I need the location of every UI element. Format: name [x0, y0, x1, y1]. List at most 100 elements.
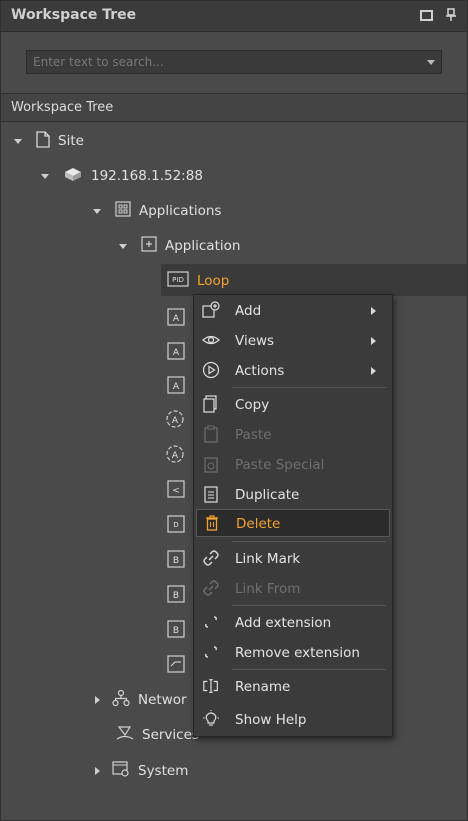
station-icon: [63, 165, 83, 187]
block-a-icon[interactable]: A: [167, 341, 187, 361]
maximize-icon[interactable]: [419, 8, 433, 22]
search-box[interactable]: [26, 50, 442, 74]
tree-node-label: Services: [142, 727, 199, 743]
menu-item-label: Link From: [235, 581, 301, 597]
svg-text:A: A: [173, 348, 180, 358]
expand-caret-icon[interactable]: [41, 173, 49, 179]
tree-node-station[interactable]: 192.168.1.52:88: [41, 165, 203, 187]
menu-item-show-help[interactable]: Show Help: [194, 706, 392, 734]
svg-text:B: B: [173, 591, 179, 601]
block-a-icon[interactable]: A: [167, 307, 187, 327]
menu-item-label: Duplicate: [235, 487, 300, 503]
application-icon: [141, 236, 157, 256]
rename-icon: [203, 679, 218, 693]
block-b-icon[interactable]: B: [167, 619, 187, 639]
menu-item-views[interactable]: Views: [194, 327, 392, 355]
tree-node-applications[interactable]: Applications: [93, 200, 221, 222]
trash-icon: [206, 515, 218, 531]
svg-text:A: A: [172, 416, 179, 426]
workspace-tree-panel: Workspace Tree Workspace Tree Site 192.1…: [0, 0, 468, 821]
tree-node-label: Networ: [138, 692, 187, 708]
block-compare-icon[interactable]: <: [167, 479, 187, 499]
block-circle-a-icon[interactable]: A: [165, 444, 185, 464]
add-icon: [202, 301, 220, 318]
tree-node-networks[interactable]: Networ: [95, 689, 187, 711]
menu-item-label: Rename: [235, 679, 291, 695]
menu-item-label: Delete: [236, 516, 281, 532]
extension-remove-icon: [205, 646, 217, 658]
menu-item-paste: Paste: [194, 421, 392, 449]
block-b-icon[interactable]: B: [167, 549, 187, 569]
tree-node-services[interactable]: Services: [116, 724, 199, 746]
tree-node-site[interactable]: Site: [14, 130, 84, 152]
svg-text:<: <: [172, 486, 180, 496]
submenu-arrow-icon: [371, 367, 376, 375]
tree-node-loop[interactable]: PID Loop: [167, 270, 229, 292]
svg-text:B: B: [173, 556, 179, 566]
expand-caret-icon[interactable]: [119, 243, 127, 249]
lightbulb-icon: [203, 710, 219, 726]
menu-item-label: Copy: [235, 397, 270, 413]
svg-text:A: A: [173, 382, 180, 392]
menu-item-label: Views: [235, 333, 275, 349]
menu-item-label: Paste Special: [235, 457, 325, 473]
services-icon: [116, 724, 134, 746]
block-circle-a-icon[interactable]: A: [165, 409, 185, 429]
search-dropdown-arrow-icon[interactable]: [427, 60, 435, 65]
context-menu: Add Views Actions Copy Paste Paste Speci…: [193, 294, 393, 737]
tree-node-application[interactable]: Application: [119, 235, 240, 257]
eye-icon: [202, 335, 220, 345]
svg-text:D: D: [173, 521, 178, 529]
panel-titlebar: Workspace Tree: [1, 1, 467, 32]
play-circle-icon: [202, 361, 220, 379]
menu-item-label: Actions: [235, 363, 285, 379]
block-delay-icon[interactable]: D: [167, 514, 187, 534]
menu-item-actions[interactable]: Actions: [194, 357, 392, 385]
tree-section-header: Workspace Tree: [1, 93, 467, 122]
menu-item-rename[interactable]: Rename: [194, 673, 392, 701]
block-ramp-icon[interactable]: [167, 654, 187, 674]
panel-title: Workspace Tree: [11, 7, 137, 23]
pid-icon: PID: [167, 271, 189, 291]
search-input[interactable]: [27, 51, 423, 73]
tree-node-label: Application: [165, 238, 241, 254]
paste-icon: [204, 425, 218, 443]
pin-icon[interactable]: [445, 8, 459, 22]
expand-caret-icon[interactable]: [93, 208, 101, 214]
menu-item-paste-special: Paste Special: [194, 451, 392, 479]
copy-icon: [203, 395, 217, 413]
menu-item-link-from: Link From: [194, 575, 392, 603]
duplicate-icon: [204, 486, 218, 503]
menu-item-label: Show Help: [235, 712, 307, 728]
block-b-icon[interactable]: B: [167, 584, 187, 604]
menu-item-remove-extension[interactable]: Remove extension: [194, 639, 392, 667]
submenu-arrow-icon: [371, 307, 376, 315]
menu-item-label: Remove extension: [235, 645, 360, 661]
tree-node-label-selected: Loop: [197, 273, 230, 289]
link-from-icon: [203, 580, 219, 596]
applications-icon: [115, 201, 131, 221]
tree-section-label: Workspace Tree: [11, 100, 114, 115]
menu-item-delete[interactable]: Delete: [196, 509, 390, 537]
menu-separator: [232, 605, 386, 606]
menu-item-duplicate[interactable]: Duplicate: [194, 481, 392, 509]
menu-item-copy[interactable]: Copy: [194, 391, 392, 419]
menu-item-label: Add extension: [235, 615, 332, 631]
extension-add-icon: [205, 616, 217, 628]
collapse-caret-icon[interactable]: [95, 696, 100, 704]
block-a-icon[interactable]: A: [167, 375, 187, 395]
tree-node-label: Site: [58, 133, 84, 149]
menu-item-add-extension[interactable]: Add extension: [194, 609, 392, 637]
expand-caret-icon[interactable]: [14, 138, 22, 144]
menu-item-add[interactable]: Add: [194, 297, 392, 325]
menu-item-label: Add: [235, 303, 262, 319]
paste-special-icon: [204, 457, 218, 473]
menu-item-link-mark[interactable]: Link Mark: [194, 545, 392, 573]
page-icon: [36, 130, 50, 152]
tree-node-system[interactable]: System: [95, 760, 188, 782]
svg-text:PID: PID: [172, 276, 184, 284]
menu-item-label: Paste: [235, 427, 272, 443]
collapse-caret-icon[interactable]: [95, 767, 100, 775]
menu-item-label: Link Mark: [235, 551, 301, 567]
system-icon: [112, 760, 130, 782]
